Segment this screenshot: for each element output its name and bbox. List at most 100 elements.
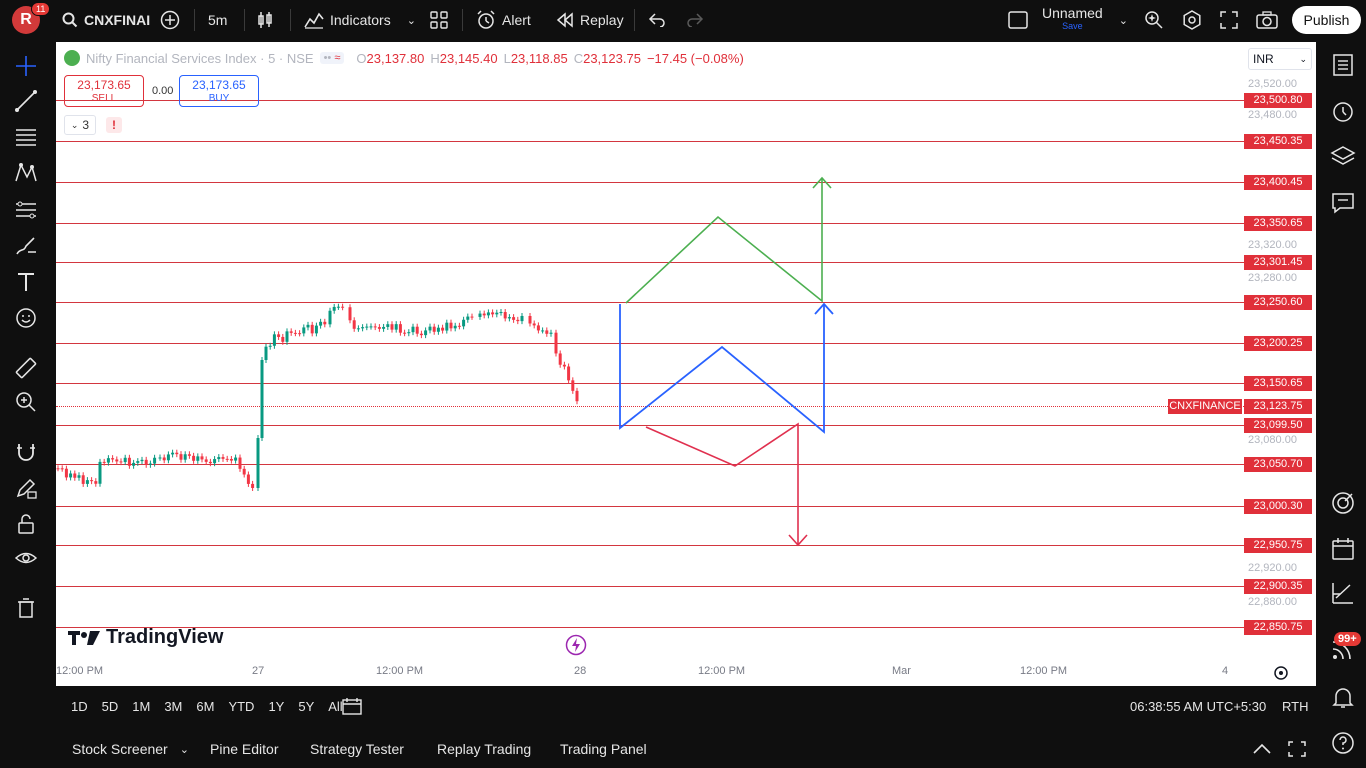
range-buttons: 1D 5D 1M 3M 6M YTD 1Y 5Y All	[64, 688, 350, 724]
sell-button[interactable]: 23,173.65 SELL	[64, 75, 144, 107]
eye-icon[interactable]	[14, 546, 38, 570]
emoji-icon[interactable]	[14, 306, 38, 330]
notification-count-badge: 99+	[1334, 632, 1361, 646]
range-button-1m[interactable]: 1M	[125, 699, 157, 714]
session-toggle[interactable]: RTH	[1282, 688, 1308, 724]
magnet-icon[interactable]	[14, 440, 38, 464]
chart-pane[interactable]: Nifty Financial Services Index · 5 · NSE…	[56, 42, 1316, 686]
trend-line-icon[interactable]	[14, 89, 38, 113]
symbol-search[interactable]: CNXFINAI	[62, 0, 150, 40]
settings-button[interactable]	[1182, 0, 1202, 40]
price-axis-label: 23,480.00	[1248, 109, 1297, 121]
fullscreen-button[interactable]	[1220, 0, 1238, 40]
legend-toggle[interactable]: •• ≈	[319, 52, 345, 64]
level-price-tag: 22,850.75	[1244, 620, 1312, 635]
horizontal-lines-icon[interactable]	[14, 125, 38, 149]
range-button-1d[interactable]: 1D	[64, 699, 95, 714]
brush-icon[interactable]	[14, 234, 38, 258]
chevron-down-icon: ⌄	[406, 14, 416, 27]
target-icon[interactable]	[1330, 490, 1356, 516]
interval-button[interactable]: 5m	[208, 0, 227, 40]
range-button-5y[interactable]: 5Y	[291, 699, 321, 714]
pine-chart-icon[interactable]	[1330, 580, 1356, 606]
chart-type-button[interactable]	[256, 0, 274, 40]
range-button-6m[interactable]: 6M	[189, 699, 221, 714]
publish-button[interactable]: Publish	[1292, 6, 1361, 34]
watchlist-icon[interactable]	[1330, 52, 1356, 78]
chat-icon[interactable]	[1330, 190, 1356, 216]
redo-button[interactable]	[686, 0, 704, 40]
layout-grid-button[interactable]	[430, 0, 448, 40]
alerts-clock-icon[interactable]	[1330, 98, 1356, 124]
indicators-button[interactable]: Indicators ⌄	[304, 0, 416, 40]
ohlc-open-label: O	[356, 50, 367, 66]
sell-label: SELL	[91, 93, 117, 104]
zoom-in-icon[interactable]	[14, 390, 38, 414]
lock-icon[interactable]	[14, 512, 38, 536]
tab-pine-editor[interactable]: Pine Editor	[210, 730, 278, 768]
range-button-3m[interactable]: 3M	[157, 699, 189, 714]
legend-title: Nifty Financial Services Index · 5 · NSE	[86, 50, 314, 66]
level-price-tag: 23,200.25	[1244, 336, 1312, 351]
quick-search-button[interactable]	[1144, 0, 1164, 40]
chevron-down-icon: ⌄	[1118, 14, 1128, 27]
tab-trading-panel[interactable]: Trading Panel	[560, 730, 647, 768]
replay-button[interactable]: Replay	[556, 0, 624, 40]
layers-icon[interactable]	[1330, 144, 1356, 170]
ohlc-close-value: 23,123.75	[583, 50, 641, 66]
time-axis-label: Mar	[892, 665, 911, 677]
tradingview-logo[interactable]: TradingView	[68, 626, 223, 649]
ohlc-high-label: H	[430, 50, 440, 66]
replay-label: Replay	[580, 12, 624, 28]
search-icon	[62, 12, 78, 28]
snapshot-button[interactable]	[1256, 0, 1278, 40]
crosshair-icon[interactable]	[14, 54, 38, 78]
currency-select[interactable]: INR ⌄	[1248, 48, 1312, 70]
help-icon[interactable]	[1330, 730, 1356, 756]
buy-price: 23,173.65	[192, 78, 246, 92]
calendar-icon[interactable]	[1330, 536, 1356, 562]
compare-symbol-button[interactable]	[160, 0, 180, 40]
collapse-panel-button[interactable]	[1252, 730, 1272, 768]
range-toolbar: 1D 5D 1M 3M 6M YTD 1Y 5Y All 06:38:55 AM UTC+5:3…	[56, 688, 1316, 724]
forecast-icon[interactable]	[14, 198, 38, 222]
chevron-down-icon: ⌄	[179, 743, 189, 756]
warning-icon[interactable]: !	[106, 117, 122, 133]
red-projection-path	[645, 422, 799, 544]
pattern-icon[interactable]	[14, 161, 38, 185]
tab-strategy-tester[interactable]: Strategy Tester	[310, 730, 404, 768]
maximize-icon	[1288, 741, 1306, 757]
range-button-1y[interactable]: 1Y	[261, 699, 291, 714]
symbol-logo-icon	[64, 50, 80, 66]
blue-projection-path	[619, 304, 825, 434]
text-icon[interactable]	[14, 270, 38, 294]
lock-pencil-icon[interactable]	[14, 476, 38, 500]
time-axis-label: 12:00 PM	[698, 665, 746, 677]
undo-button[interactable]	[648, 0, 666, 40]
range-button-ytd[interactable]: YTD	[221, 699, 261, 714]
layout-select[interactable]: Unnamed Save ⌄	[1008, 0, 1128, 40]
ohlc-low: L23,118.85	[504, 51, 568, 66]
range-button-5d[interactable]: 5D	[95, 699, 126, 714]
buy-button[interactable]: 23,173.65 BUY	[179, 75, 259, 107]
chart-legend: Nifty Financial Services Index · 5 · NSE…	[64, 50, 744, 66]
tab-replay-trading[interactable]: Replay Trading	[437, 730, 531, 768]
maximize-panel-button[interactable]	[1288, 730, 1306, 768]
ohlc-close-label: C	[573, 50, 584, 66]
indicators-collapse-toggle[interactable]: ⌄ 3	[64, 115, 96, 135]
ohlc-open: O23,137.80	[356, 51, 424, 66]
trash-icon[interactable]	[14, 596, 38, 620]
ruler-icon[interactable]	[14, 356, 38, 380]
time-axis[interactable]: 12:00 PM 27 12:00 PM 28 12:00 PM Mar 12:00 PM 4	[56, 662, 1316, 686]
ohlc-high: H23,145.40	[430, 51, 497, 66]
time-axis-label: 12:00 PM	[376, 665, 424, 677]
tab-stock-screener[interactable]: Stock Screener ⌄	[72, 730, 189, 768]
level-price-tag: 22,950.75	[1244, 538, 1312, 553]
goto-date-button[interactable]	[342, 688, 362, 724]
lightning-icon[interactable]	[565, 634, 587, 656]
gear-icon[interactable]	[1273, 665, 1289, 681]
bell-icon[interactable]	[1330, 684, 1356, 710]
clock-display[interactable]: 06:38:55 AM UTC+5:30	[1130, 688, 1266, 724]
price-axis-label: 22,880.00	[1248, 596, 1297, 608]
alert-button[interactable]: Alert	[476, 0, 531, 40]
